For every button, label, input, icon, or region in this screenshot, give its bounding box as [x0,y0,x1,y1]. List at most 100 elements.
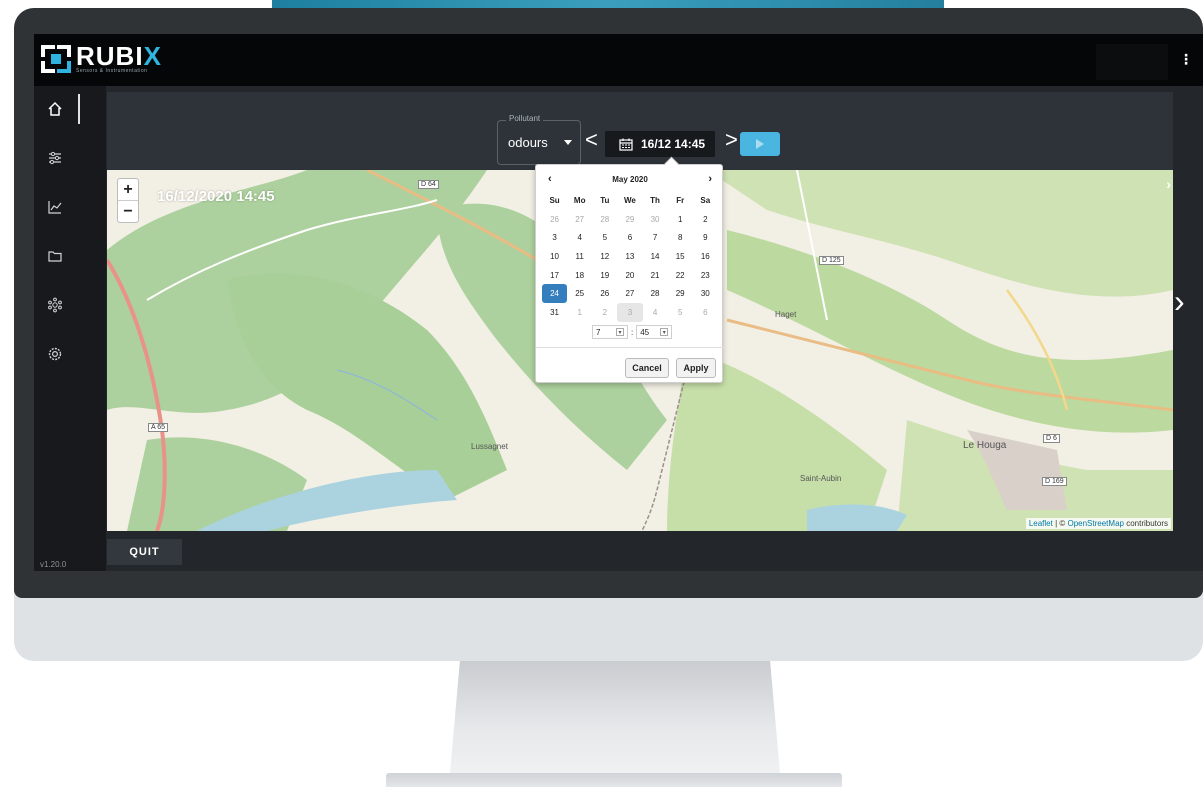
sidebar [34,86,106,571]
day-cell[interactable]: 20 [617,266,642,285]
leaflet-link[interactable]: Leaflet [1029,519,1053,528]
footer-bar: QUIT [107,536,1173,566]
apply-button[interactable]: Apply [676,358,716,378]
quit-button[interactable]: QUIT [107,539,182,565]
day-cell[interactable]: 16 [693,247,718,266]
logo-name: RUBIX [76,41,162,71]
month-label: May 2020 [612,175,648,184]
day-cell[interactable]: 10 [542,247,567,266]
monitor-stand-base [386,773,842,787]
carousel-next-icon[interactable]: › [1174,285,1185,317]
week-row: 31 1 2 3 4 5 6 [542,303,718,322]
day-cell[interactable]: 17 [542,266,567,285]
day-cell[interactable]: 25 [567,284,592,303]
map-attribution: Leaflet | © OpenStreetMap contributors [1025,518,1171,529]
logo-icon [41,45,71,73]
selected-day-cell[interactable]: 24 [542,284,568,304]
place-label: Le Houga [963,440,1007,451]
weekday-row: Su Mo Tu We Th Fr Sa [542,191,718,210]
cancel-button[interactable]: Cancel [625,358,669,378]
day-cell[interactable]: 1 [567,303,592,322]
sliders-icon[interactable] [44,147,66,169]
day-cell[interactable]: 8 [668,228,693,247]
zoom-in-button[interactable]: + [118,179,138,201]
day-cell[interactable]: 28 [643,284,668,303]
day-cell[interactable]: 30 [693,284,718,303]
monitor-stand-neck [450,661,780,773]
day-cell[interactable]: 26 [542,210,567,229]
week-row: 26 27 28 29 30 1 2 [542,210,718,229]
date-picker-footer: Cancel Apply [536,347,724,383]
next-date-button[interactable]: > [725,129,738,151]
chart-icon[interactable] [44,196,66,218]
day-cell[interactable]: 23 [693,266,718,285]
day-cell[interactable]: 29 [617,210,642,229]
day-cell[interactable]: 12 [592,247,617,266]
day-cell[interactable]: 9 [693,228,718,247]
chevron-right-icon[interactable]: › [1166,176,1171,192]
day-cell[interactable]: 21 [643,266,668,285]
day-cell[interactable]: 31 [542,303,567,322]
date-picker-header: ‹ May 2020 › [542,173,718,187]
day-cell[interactable]: 6 [693,303,718,322]
day-cell[interactable]: 11 [567,247,592,266]
user-area[interactable] [1096,44,1168,80]
day-cell[interactable]: 14 [643,247,668,266]
chevron-down-icon: ▾ [616,328,624,336]
chevron-down-icon: ▾ [660,328,669,336]
home-icon[interactable] [44,98,66,120]
next-month-button[interactable]: › [708,173,712,185]
zoom-out-button[interactable]: − [118,201,138,223]
road-label: A 65 [148,423,169,432]
play-icon [756,139,764,149]
day-cell[interactable]: 5 [668,303,693,322]
osm-link[interactable]: OpenStreetMap [1067,519,1123,528]
day-cell[interactable]: 18 [567,266,592,285]
day-cell[interactable]: 15 [668,247,693,266]
previous-date-button[interactable]: < [585,129,598,151]
play-button[interactable] [740,132,780,156]
day-cell[interactable]: 2 [592,303,617,322]
network-icon[interactable] [44,294,66,316]
day-cell[interactable]: 26 [592,284,617,303]
day-cell[interactable]: 29 [668,284,693,303]
road-label: D 169 [1042,477,1067,486]
pollutant-select[interactable]: Pollutant odours [497,114,581,165]
rubix-logo[interactable]: RUBIX Sensors & Instrumentation [41,41,162,74]
day-cell[interactable]: 3 [542,228,567,247]
day-cell[interactable]: 5 [592,228,617,247]
weekday-label: Tu [600,195,610,205]
day-cell[interactable]: 2 [693,210,718,229]
top-bar: RUBIX Sensors & Instrumentation ⋮ [34,34,1203,86]
calendar-icon [619,138,633,151]
weekday-label: Th [650,195,660,205]
day-cell[interactable]: 19 [592,266,617,285]
weekday-label: We [624,195,636,205]
minute-select[interactable]: 45 ▾ [636,325,673,339]
day-cell[interactable]: 27 [617,284,642,303]
day-cell[interactable]: 6 [617,228,642,247]
day-cell[interactable]: 28 [592,210,617,229]
map-timestamp: 16/12/2020 14:45 [157,188,275,205]
day-cell[interactable]: 1 [668,210,693,229]
day-cell[interactable]: 7 [643,228,668,247]
more-menu-icon[interactable]: ⋮ [1179,51,1193,68]
day-cell[interactable]: 4 [643,303,668,322]
day-cell[interactable]: 3 [617,303,643,322]
day-cell[interactable]: 27 [567,210,592,229]
day-cell[interactable]: 30 [643,210,668,229]
sidebar-divider [78,94,80,124]
day-cell[interactable]: 13 [617,247,642,266]
date-time-button[interactable]: 16/12 14:45 [605,131,715,157]
hour-select[interactable]: 7 ▾ [592,325,628,339]
folder-icon[interactable] [44,245,66,267]
settings-icon[interactable] [44,343,66,365]
weekday-label: Sa [700,195,711,205]
weekday-label: Su [549,195,560,205]
day-cell[interactable]: 22 [668,266,693,285]
day-cell[interactable]: 4 [567,228,592,247]
time-separator: : [631,327,634,337]
date-picker: ‹ May 2020 › Su Mo Tu We Th Fr Sa 26 27 … [535,164,724,383]
weekday-label: Mo [573,195,586,205]
control-bar: Pollutant odours < 16/12 14:45 > [107,92,1173,170]
